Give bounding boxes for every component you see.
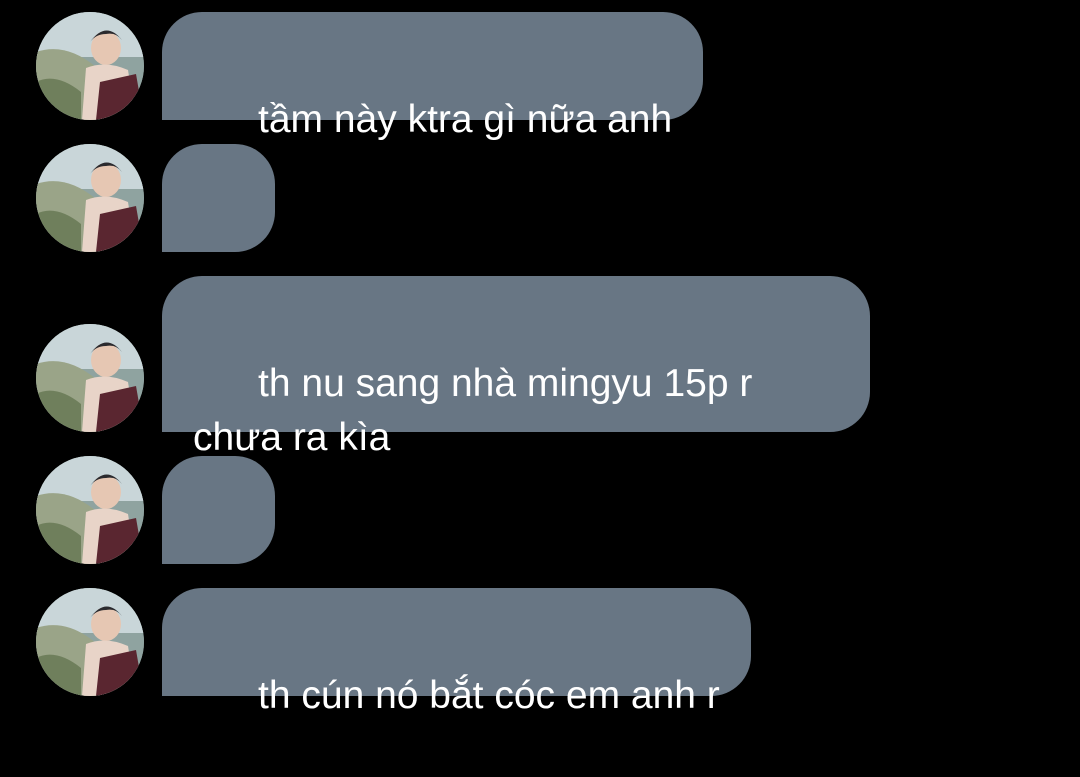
message-row bbox=[0, 456, 1080, 636]
message-text: th nu sang nhà mingyu 15p r chưa ra kìa bbox=[193, 362, 764, 459]
message-row bbox=[0, 144, 1080, 327]
avatar-photo bbox=[36, 456, 144, 564]
message-row: th nu sang nhà mingyu 15p r chưa ra kìa bbox=[0, 276, 1080, 459]
avatar[interactable] bbox=[36, 588, 144, 696]
avatar-photo bbox=[36, 588, 144, 696]
message-bubble[interactable] bbox=[162, 456, 275, 636]
message-row: th cún nó bắt cóc em anh r bbox=[0, 588, 1080, 717]
message-row: tầm này ktra gì nữa anh bbox=[0, 12, 1080, 141]
message-text: th cún nó bắt cóc em anh r bbox=[258, 674, 720, 717]
message-bubble[interactable] bbox=[162, 144, 275, 327]
avatar-photo bbox=[36, 12, 144, 120]
message-bubble[interactable]: th nu sang nhà mingyu 15p r chưa ra kìa bbox=[162, 276, 870, 459]
avatar[interactable] bbox=[36, 324, 144, 432]
avatar-photo bbox=[36, 324, 144, 432]
message-bubble[interactable]: th cún nó bắt cóc em anh r bbox=[162, 588, 751, 717]
avatar[interactable] bbox=[36, 456, 144, 564]
message-text: tầm này ktra gì nữa anh bbox=[258, 98, 673, 141]
avatar[interactable] bbox=[36, 144, 144, 252]
chat-thread: tầm này ktra gì nữa anh th nu sang nhà m… bbox=[0, 0, 1080, 717]
message-bubble[interactable]: tầm này ktra gì nữa anh bbox=[162, 12, 704, 141]
avatar[interactable] bbox=[36, 12, 144, 120]
avatar-photo bbox=[36, 144, 144, 252]
